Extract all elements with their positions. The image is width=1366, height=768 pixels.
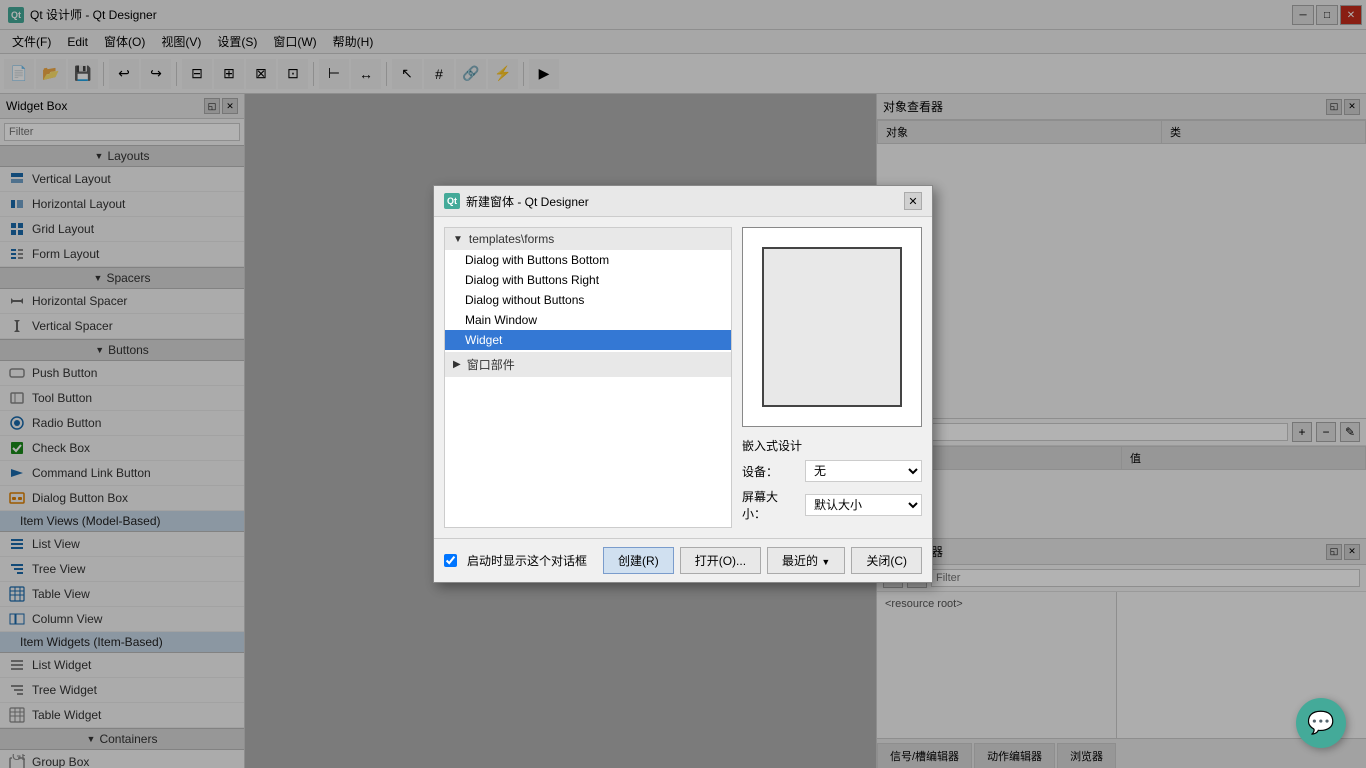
template-item-label-4: Widget xyxy=(465,333,502,347)
preview-inner xyxy=(762,247,902,407)
embed-device-row: 设备： 无 xyxy=(742,460,922,482)
embed-device-select[interactable]: 无 xyxy=(805,460,922,482)
template-subcategory-label: 窗口部件 xyxy=(467,356,515,373)
dialog-content: ▼ templates\forms Dialog with Buttons Bo… xyxy=(444,227,922,528)
embed-screen-row: 屏幕大小： 默认大小 xyxy=(742,488,922,522)
new-form-dialog: Qt 新建窗体 - Qt Designer ✕ ▼ templates\form… xyxy=(433,185,933,583)
dialog-overlay: Qt 新建窗体 - Qt Designer ✕ ▼ templates\form… xyxy=(0,0,1366,768)
dialog-show-label: 启动时显示这个对话框 xyxy=(467,552,597,569)
dialog-recent-label: 最近的 xyxy=(782,554,818,568)
template-list-area: ▼ templates\forms Dialog with Buttons Bo… xyxy=(444,227,732,528)
template-item-label-2: Dialog without Buttons xyxy=(465,293,584,307)
dialog-close-btn[interactable]: ✕ xyxy=(904,192,922,210)
dialog-close-form-btn[interactable]: 关闭(C) xyxy=(851,547,922,574)
preview-area: 嵌入式设计 设备： 无 屏幕大小： 默认大小 xyxy=(742,227,922,528)
embed-screen-label: 屏幕大小： xyxy=(742,488,797,522)
dialog-body: ▼ templates\forms Dialog with Buttons Bo… xyxy=(434,217,932,538)
template-item-2[interactable]: Dialog without Buttons xyxy=(445,290,731,310)
embed-device-label: 设备： xyxy=(742,463,797,480)
dialog-show-checkbox[interactable] xyxy=(444,554,457,567)
template-item-1[interactable]: Dialog with Buttons Right xyxy=(445,270,731,290)
template-item-label-3: Main Window xyxy=(465,313,537,327)
template-item-3[interactable]: Main Window xyxy=(445,310,731,330)
template-subcategory-arrow: ▶ xyxy=(453,359,461,370)
dialog-title-label: 新建窗体 - Qt Designer xyxy=(466,193,589,210)
chat-icon[interactable]: 💬 xyxy=(1296,698,1346,748)
dialog-footer: 启动时显示这个对话框 创建(R) 打开(O)... 最近的 关闭(C) xyxy=(434,538,932,582)
embed-design: 嵌入式设计 设备： 无 屏幕大小： 默认大小 xyxy=(742,437,922,522)
template-category-row[interactable]: ▼ templates\forms xyxy=(445,228,731,250)
template-item-0[interactable]: Dialog with Buttons Bottom xyxy=(445,250,731,270)
dialog-open-btn[interactable]: 打开(O)... xyxy=(680,547,761,574)
dialog-create-btn[interactable]: 创建(R) xyxy=(603,547,674,574)
template-item-4[interactable]: Widget xyxy=(445,330,731,350)
dialog-title-bar: Qt 新建窗体 - Qt Designer ✕ xyxy=(434,186,932,217)
dialog-title-text: Qt 新建窗体 - Qt Designer xyxy=(444,193,589,210)
dialog-icon: Qt xyxy=(444,193,460,209)
template-item-label-0: Dialog with Buttons Bottom xyxy=(465,253,609,267)
dialog-recent-btn[interactable]: 最近的 xyxy=(767,547,845,574)
template-item-label-1: Dialog with Buttons Right xyxy=(465,273,599,287)
template-category-label: templates\forms xyxy=(469,232,554,246)
template-subcategory-row[interactable]: ▶ 窗口部件 xyxy=(445,352,731,377)
embed-design-label: 嵌入式设计 xyxy=(742,437,922,454)
template-category-arrow: ▼ xyxy=(453,234,463,245)
embed-screen-select[interactable]: 默认大小 xyxy=(805,494,922,516)
preview-box xyxy=(742,227,922,427)
